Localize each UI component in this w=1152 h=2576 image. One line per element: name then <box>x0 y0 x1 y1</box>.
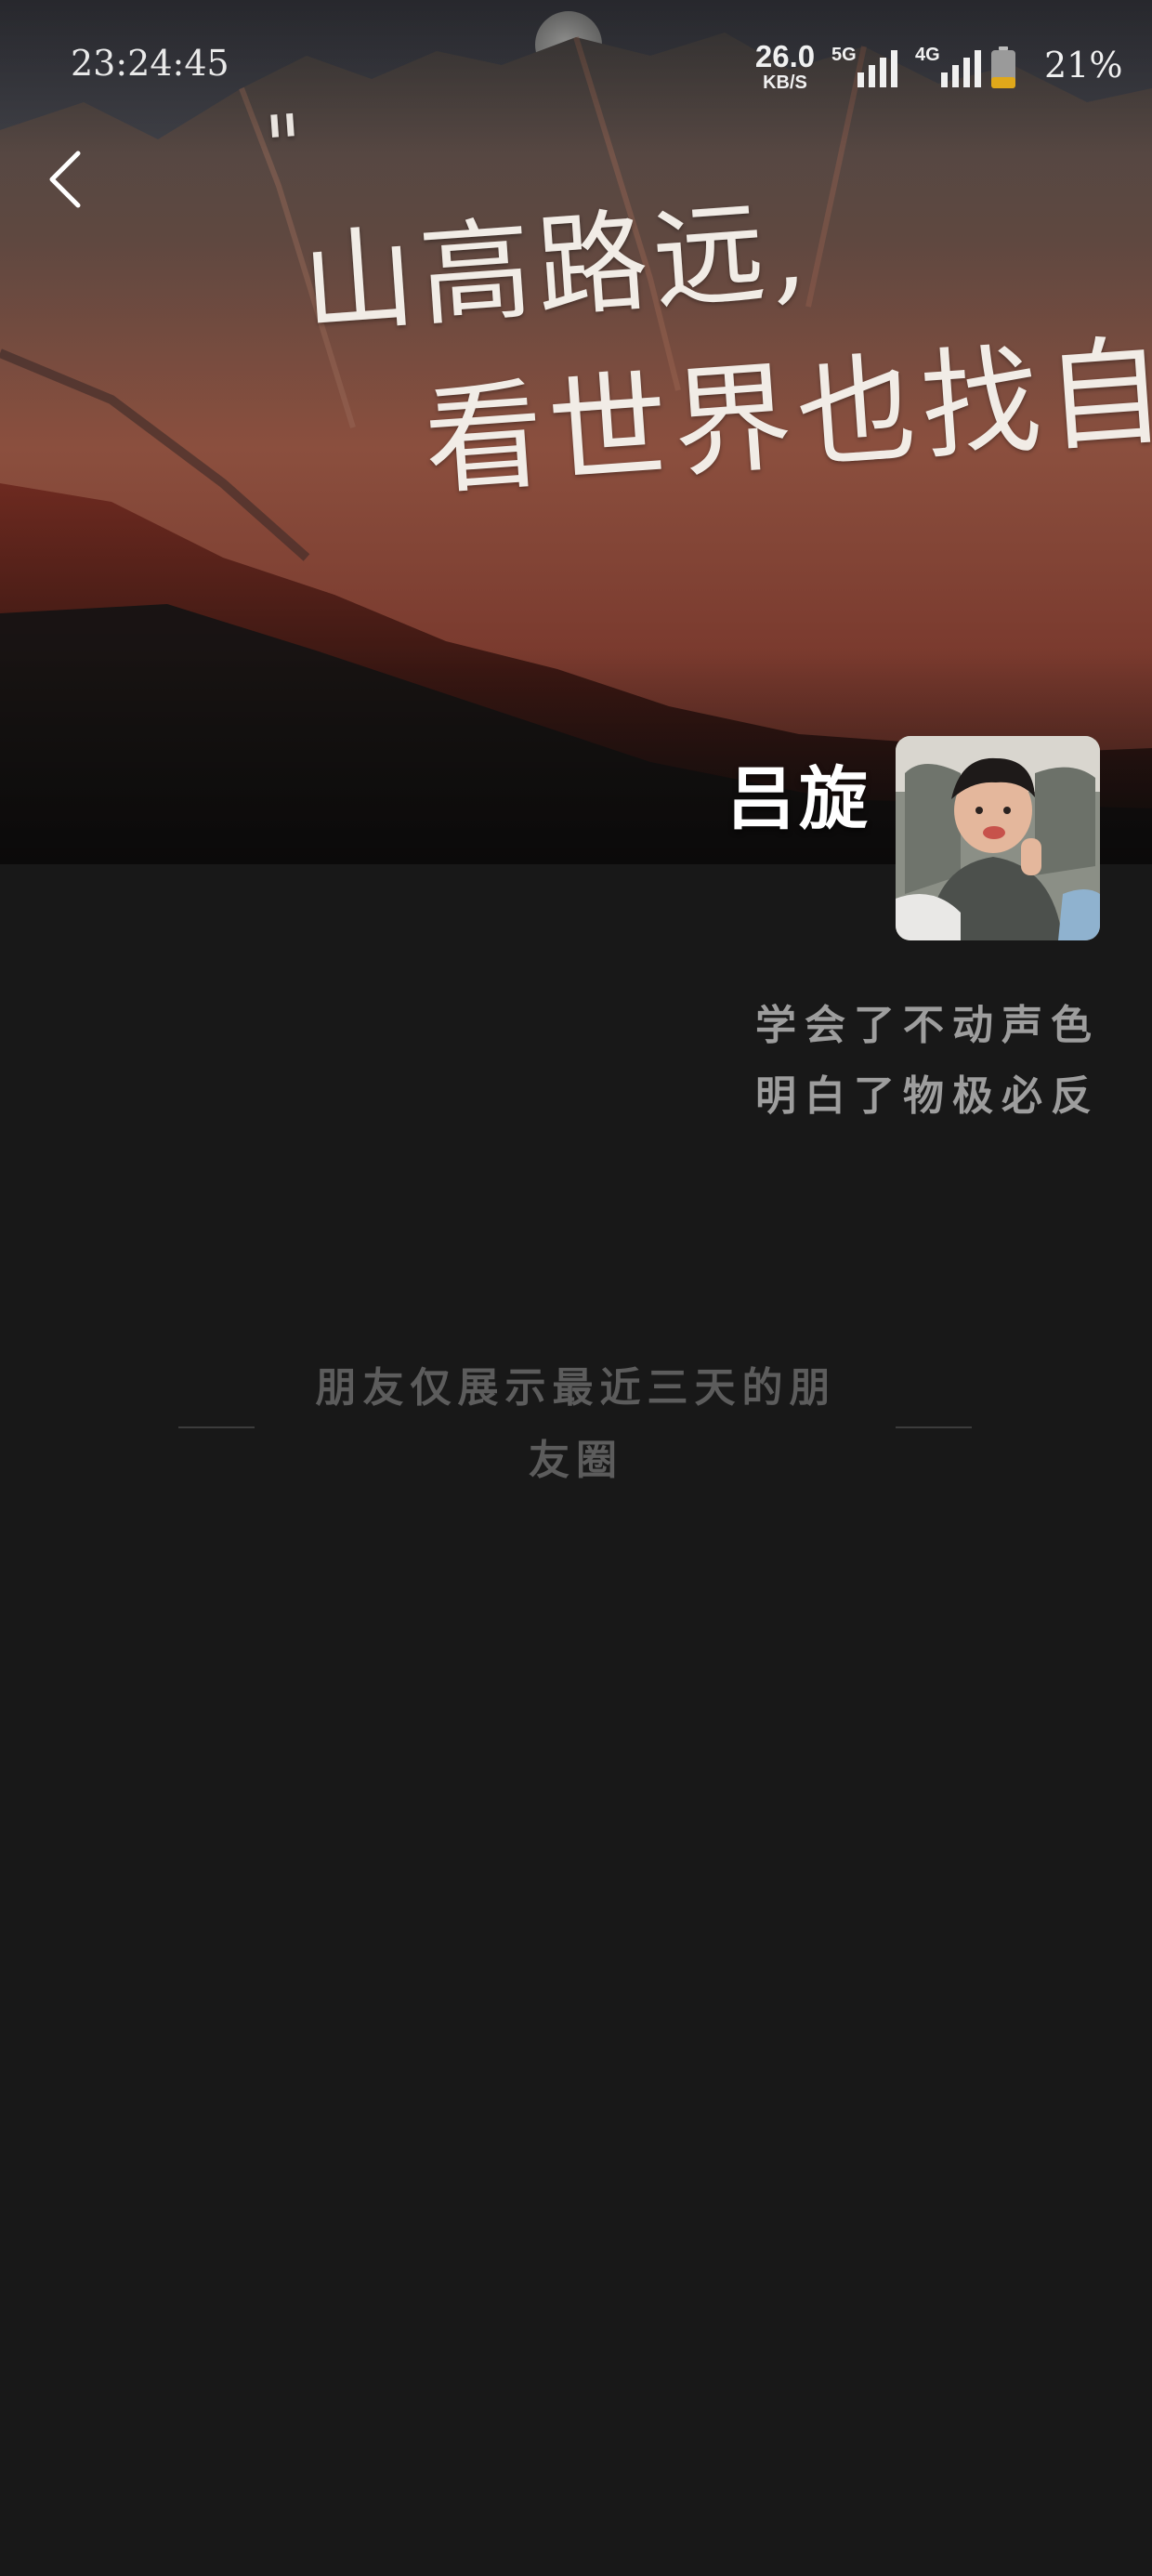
signal-5g-indicator: 5G <box>831 45 902 89</box>
signal-4g-label: 4G <box>915 45 940 65</box>
avatar-photo <box>896 736 1100 940</box>
signal-icon <box>857 50 897 87</box>
profile-signature: 学会了不动声色 明白了物极必反 <box>755 991 1100 1132</box>
notice-divider-right <box>896 1426 972 1428</box>
battery-level: 21% <box>1044 45 1123 85</box>
network-speed-value: 26.0 <box>754 39 816 73</box>
battery-icon <box>991 46 1015 88</box>
network-speed: 26.0 KB/S <box>751 41 819 92</box>
signal-4g-indicator: 4G <box>915 45 986 89</box>
signature-line-1: 学会了不动声色 <box>755 1002 1100 1049</box>
back-button[interactable] <box>37 144 93 215</box>
network-speed-unit: KB/S <box>763 72 807 93</box>
status-time: 23:24:45 <box>71 43 229 84</box>
avatar[interactable] <box>896 736 1100 940</box>
signature-line-2: 明白了物极必反 <box>755 1072 1100 1120</box>
notice-divider-left <box>178 1426 255 1428</box>
signal-5g-label: 5G <box>831 45 857 65</box>
signal-icon <box>941 50 981 87</box>
moments-visibility-notice: 朋友仅展示最近三天的朋友圈 <box>315 1364 837 1484</box>
status-bar: 23:24:45 26.0 KB/S 5G 4G 21% <box>0 0 1152 130</box>
chevron-left-icon <box>49 151 81 208</box>
profile-name: 吕旋 <box>727 759 871 839</box>
